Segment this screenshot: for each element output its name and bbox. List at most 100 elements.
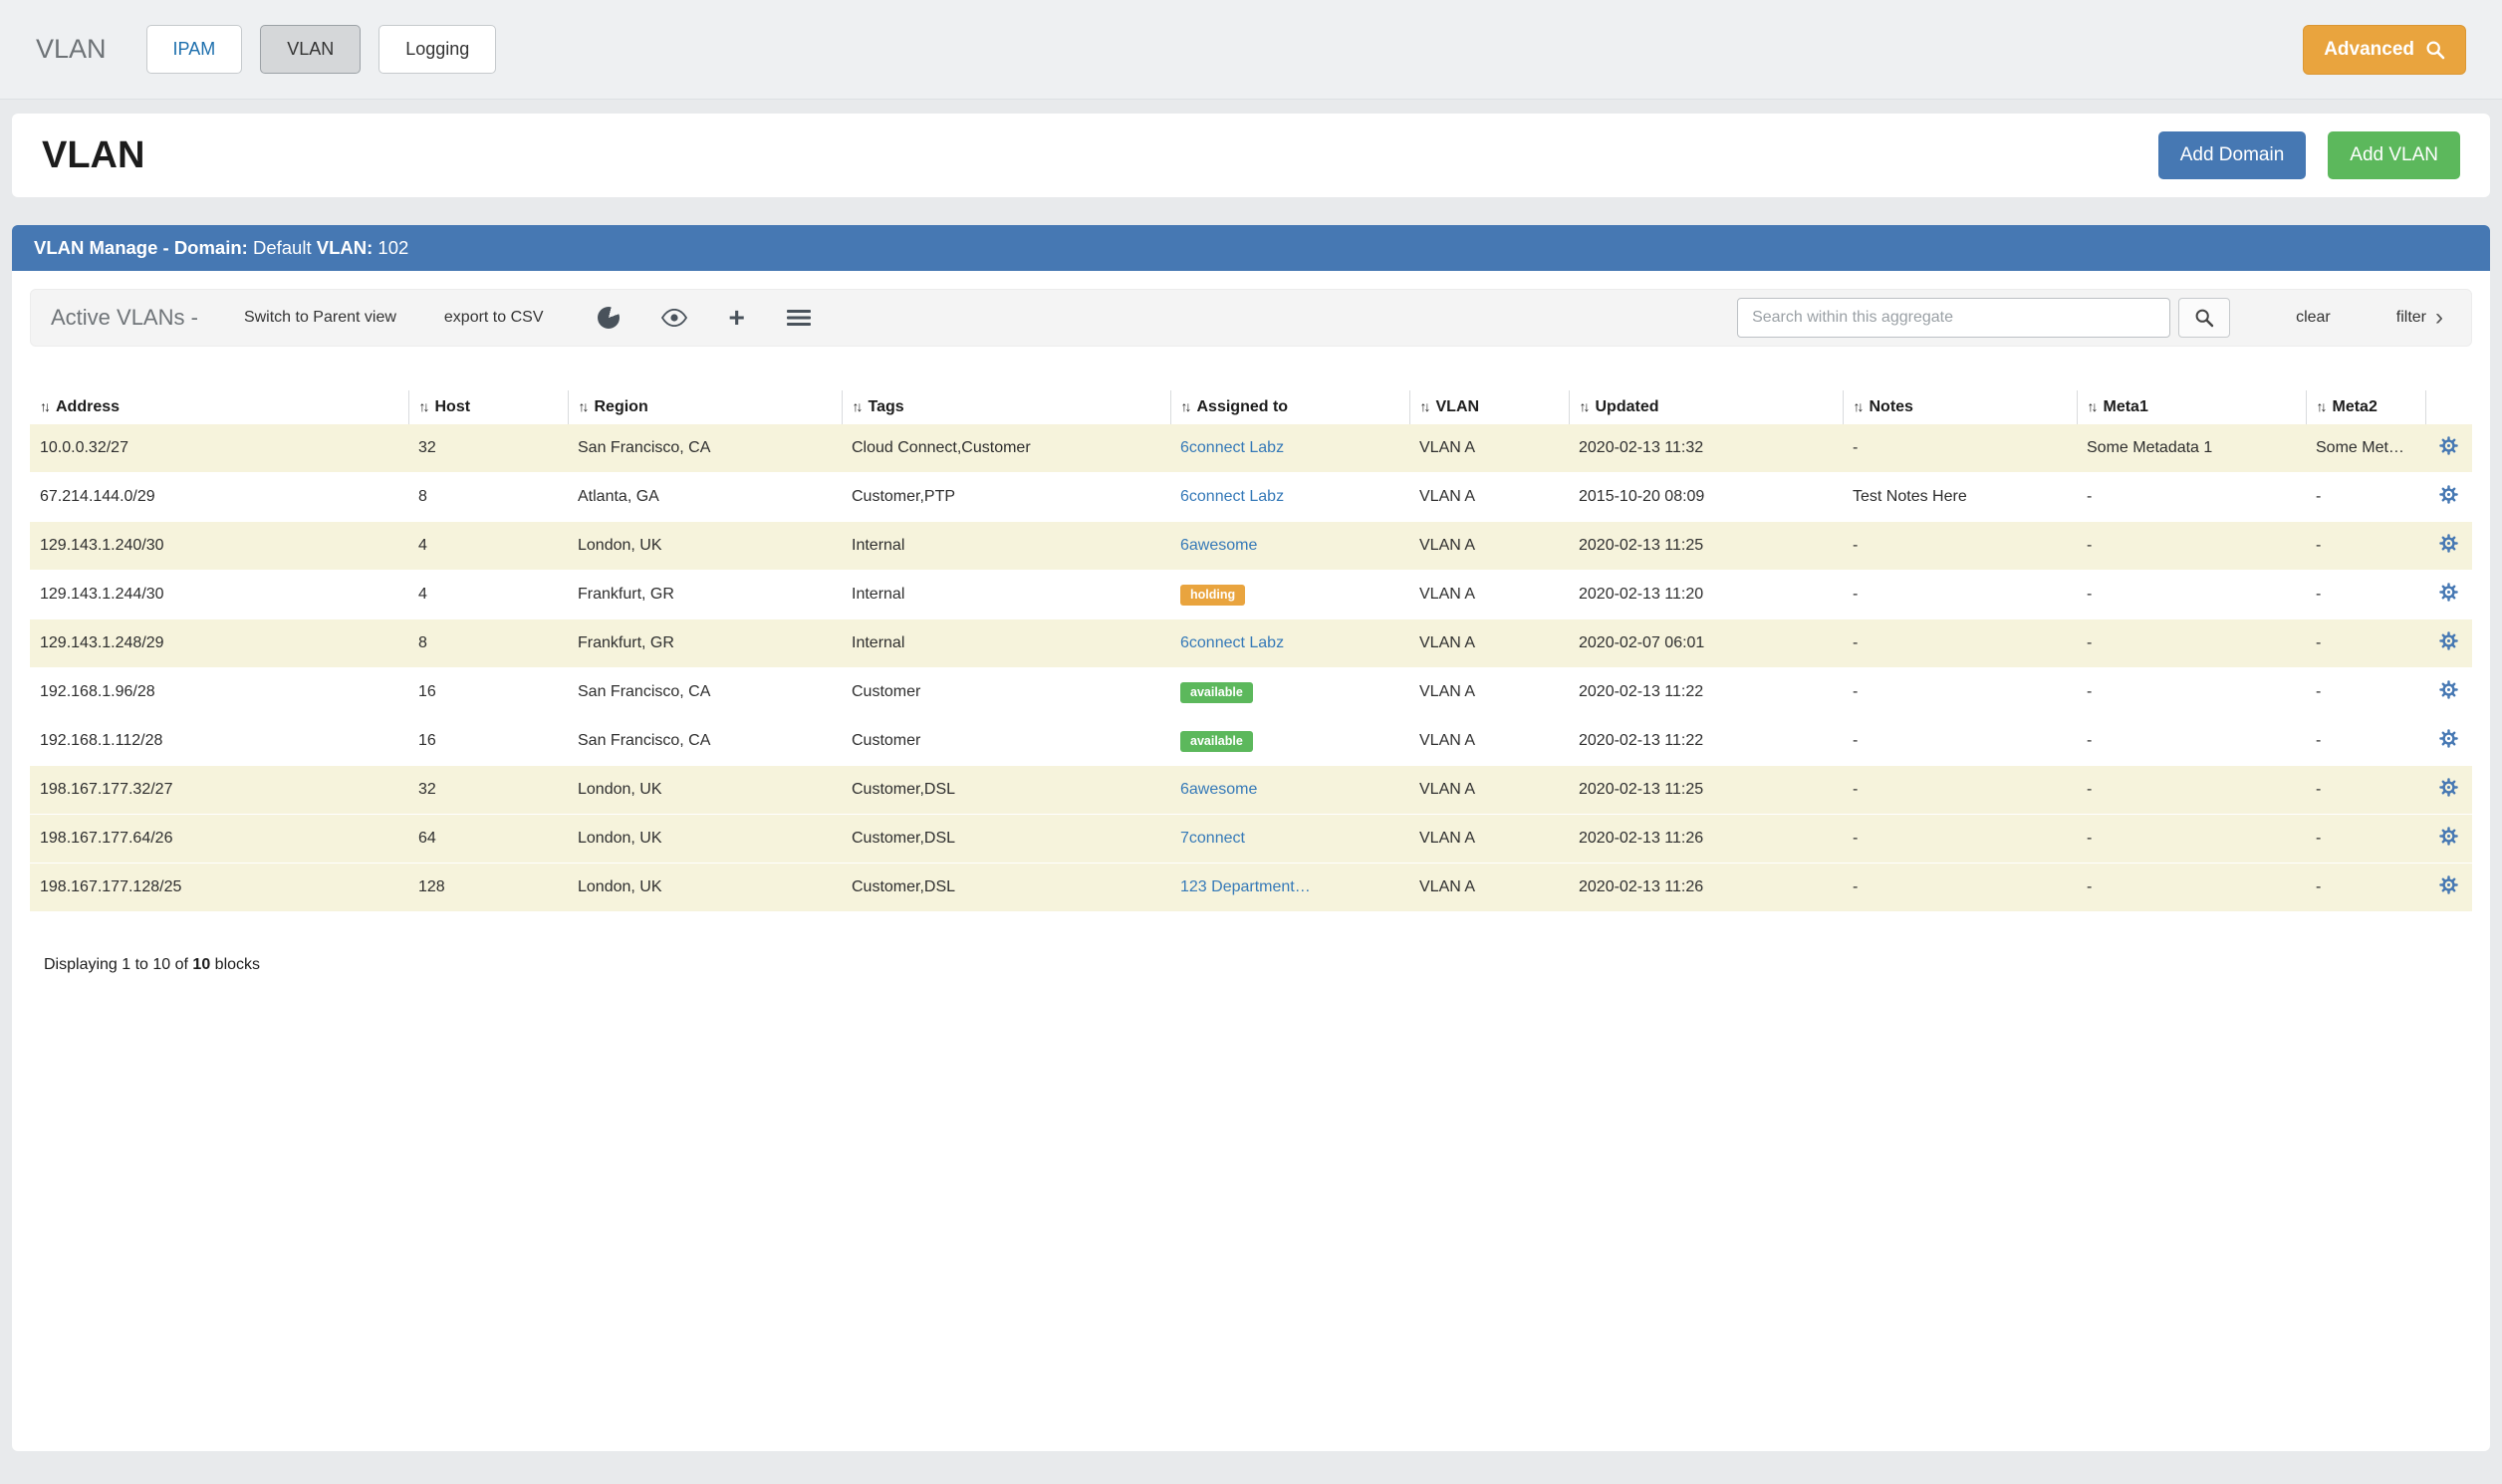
cell-meta2: - — [2306, 766, 2425, 815]
switch-parent-view-link[interactable]: Switch to Parent view — [244, 309, 396, 327]
cell-assigned-to: 6connect Labz — [1170, 619, 1409, 668]
cell-host: 4 — [408, 522, 568, 571]
table-row: 198.167.177.32/2732London, UKCustomer,DS… — [30, 766, 2472, 815]
eye-icon[interactable] — [661, 309, 687, 327]
gear-icon[interactable] — [2439, 534, 2458, 553]
cell-region: London, UK — [568, 522, 842, 571]
assigned-link[interactable]: 6connect Labz — [1180, 439, 1284, 456]
cell-host: 32 — [408, 766, 568, 815]
column-header-meta2[interactable]: ↑↓Meta2 — [2306, 390, 2425, 424]
assigned-link[interactable]: 6connect Labz — [1180, 488, 1284, 505]
cell-meta1: - — [2077, 473, 2306, 522]
add-vlan-button[interactable]: Add VLAN — [2328, 131, 2460, 179]
table-row: 129.143.1.244/304Frankfurt, GRInternalho… — [30, 571, 2472, 619]
advanced-search-button[interactable]: Advanced — [2303, 25, 2466, 75]
assigned-link[interactable]: 123 Department… — [1180, 878, 1311, 895]
cell-notes: - — [1843, 717, 2077, 766]
assigned-link[interactable]: 6awesome — [1180, 781, 1257, 798]
menu-icon[interactable] — [787, 309, 811, 327]
active-vlans-label: Active VLANs - — [51, 305, 198, 331]
gear-icon[interactable] — [2439, 778, 2458, 797]
cell-address: 198.167.177.32/27 — [30, 766, 408, 815]
gear-icon[interactable] — [2439, 583, 2458, 602]
cell-vlan: VLAN A — [1409, 766, 1569, 815]
assigned-link[interactable]: 6connect Labz — [1180, 634, 1284, 651]
gear-icon[interactable] — [2439, 729, 2458, 748]
column-header-updated[interactable]: ↑↓Updated — [1569, 390, 1843, 424]
panel-title-segment: 102 — [377, 237, 408, 258]
column-header-label: Assigned to — [1197, 398, 1289, 415]
cell-vlan: VLAN A — [1409, 668, 1569, 717]
column-header-label: VLAN — [1436, 398, 1480, 415]
column-header-meta1[interactable]: ↑↓Meta1 — [2077, 390, 2306, 424]
tab-logging[interactable]: Logging — [378, 25, 496, 74]
cell-assigned-to: holding — [1170, 571, 1409, 619]
cell-notes: - — [1843, 522, 2077, 571]
vlan-manage-panel: VLAN Manage - Domain: Default VLAN: 102 … — [12, 225, 2490, 1451]
assigned-link[interactable]: 7connect — [1180, 830, 1245, 847]
column-header-notes[interactable]: ↑↓Notes — [1843, 390, 2077, 424]
gear-icon[interactable] — [2439, 875, 2458, 894]
cell-updated: 2020-02-13 11:26 — [1569, 864, 1843, 912]
cell-vlan: VLAN A — [1409, 571, 1569, 619]
column-header-label: Notes — [1870, 398, 1913, 415]
column-header-vlan[interactable]: ↑↓ VLAN — [1409, 390, 1569, 424]
sort-icon: ↑↓ — [1420, 398, 1428, 414]
gear-icon[interactable] — [2439, 680, 2458, 699]
assigned-link[interactable]: 6awesome — [1180, 537, 1257, 554]
tab-vlan[interactable]: VLAN — [260, 25, 361, 74]
sort-icon: ↑↓ — [2088, 398, 2096, 414]
cell-meta1: - — [2077, 717, 2306, 766]
cell-actions — [2425, 522, 2472, 571]
table-body: 10.0.0.32/2732San Francisco, CACloud Con… — [30, 424, 2472, 912]
column-header-address[interactable]: ↑↓ Address — [30, 390, 408, 424]
sort-icon: ↑↓ — [579, 398, 587, 414]
footer-suffix: blocks — [210, 956, 260, 973]
gear-icon[interactable] — [2439, 436, 2458, 455]
add-domain-button[interactable]: Add Domain — [2158, 131, 2307, 179]
cell-meta1: - — [2077, 619, 2306, 668]
cell-tags: Customer — [842, 668, 1170, 717]
gear-icon[interactable] — [2439, 485, 2458, 504]
sort-icon: ↑↓ — [40, 398, 48, 414]
gear-icon[interactable] — [2439, 827, 2458, 846]
search-input[interactable] — [1737, 298, 2170, 338]
filter-link[interactable]: filter › — [2396, 309, 2443, 327]
cell-notes: - — [1843, 571, 2077, 619]
cell-meta2: Some Met… — [2306, 424, 2425, 473]
search-icon — [2194, 308, 2214, 328]
export-csv-link[interactable]: export to CSV — [444, 309, 544, 327]
clear-link[interactable]: clear — [2296, 309, 2331, 327]
cell-updated: 2020-02-13 11:26 — [1569, 815, 1843, 864]
panel-title-segment: Default — [253, 237, 317, 258]
search-icon — [2425, 40, 2445, 60]
tab-ipam[interactable]: IPAM — [146, 25, 243, 74]
gear-icon[interactable] — [2439, 631, 2458, 650]
column-header-label: Address — [56, 398, 120, 415]
table-row: 198.167.177.64/2664London, UKCustomer,DS… — [30, 815, 2472, 864]
advanced-label: Advanced — [2324, 39, 2414, 61]
cell-meta2: - — [2306, 571, 2425, 619]
cell-region: Frankfurt, GR — [568, 571, 842, 619]
column-header-region[interactable]: ↑↓Region — [568, 390, 842, 424]
cell-actions — [2425, 717, 2472, 766]
column-header-host[interactable]: ↑↓Host — [408, 390, 568, 424]
page: VLAN IPAM VLAN Logging Advanced VLAN Add… — [0, 0, 2502, 1484]
cell-notes: Test Notes Here — [1843, 473, 2077, 522]
plus-icon[interactable]: + — [729, 308, 745, 328]
status-badge: holding — [1180, 585, 1245, 606]
cell-meta2: - — [2306, 717, 2425, 766]
column-header-tags[interactable]: ↑↓Tags — [842, 390, 1170, 424]
cell-vlan: VLAN A — [1409, 522, 1569, 571]
toolbar: Active VLANs - Switch to Parent view exp… — [30, 289, 2472, 347]
pie-chart-icon[interactable] — [598, 307, 620, 329]
cell-host: 4 — [408, 571, 568, 619]
cell-meta2: - — [2306, 619, 2425, 668]
cell-actions — [2425, 815, 2472, 864]
cell-actions — [2425, 766, 2472, 815]
cell-assigned-to: 123 Department… — [1170, 864, 1409, 912]
column-header-assigned-to[interactable]: ↑↓Assigned to — [1170, 390, 1409, 424]
search-button[interactable] — [2178, 298, 2230, 338]
status-badge: available — [1180, 731, 1253, 752]
cell-assigned-to: available — [1170, 668, 1409, 717]
